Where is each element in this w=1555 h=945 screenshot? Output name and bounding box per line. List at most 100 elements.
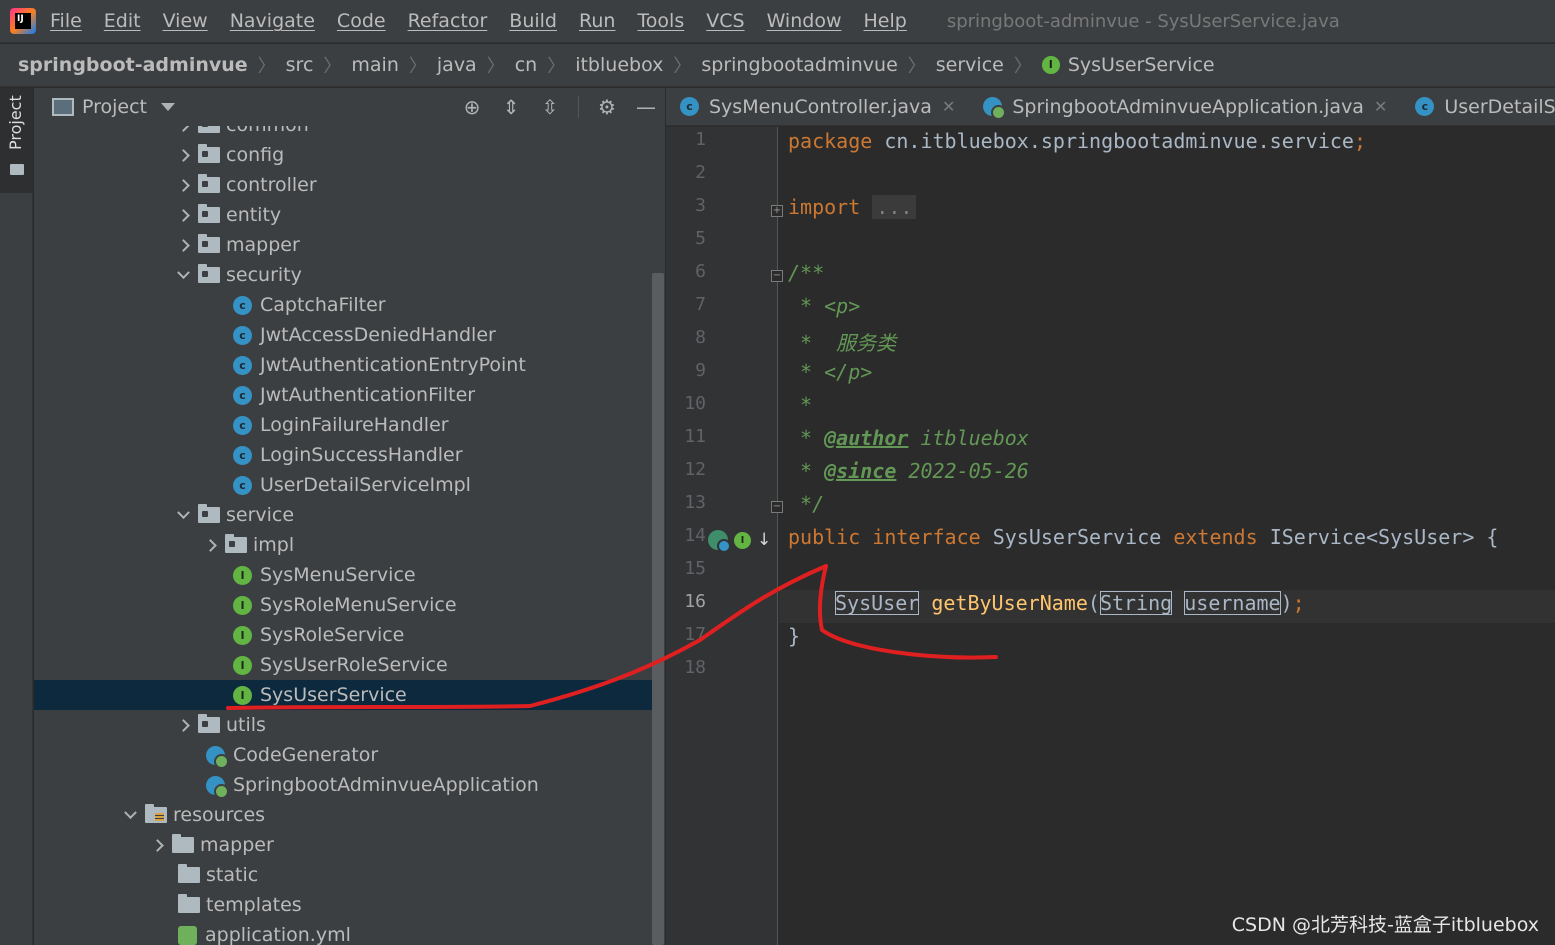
tab-springbootadminvueapplication[interactable]: SpringbootAdminvueApplication.java ✕ [969,88,1401,125]
breadcrumb-item-sysuserservice[interactable]: SysUserService [1068,54,1215,76]
tab-userdetailserviceimpl[interactable]: c UserDetailServiceImpl [1401,88,1555,125]
chevron-right-icon[interactable] [150,838,164,852]
code-line-9: * </p> [788,360,873,384]
class-icon: c [1415,97,1435,116]
tree-item-utils[interactable]: utils [34,710,652,740]
chevron-down-icon[interactable] [176,268,190,282]
tree-item-mapper[interactable]: mapper [34,230,652,260]
param-name: username [1184,591,1281,615]
tree-item-codegenerator[interactable]: CodeGenerator [34,740,652,770]
tree-item-entity[interactable]: entity [34,200,652,230]
tree-item-application-yml[interactable]: application.yml [34,920,652,945]
chevron-down-icon[interactable] [161,103,176,111]
keyword-extends: extends [1173,525,1258,549]
tree-item-static[interactable]: static [34,860,652,890]
chevron-right-icon[interactable] [176,238,190,252]
menu-run[interactable]: Run [579,10,615,32]
line-number: 6 [695,261,706,282]
tree-item-jwtauthenticationfilter[interactable]: c JwtAuthenticationFilter [34,380,652,410]
breadcrumb-item-itbluebox[interactable]: itbluebox [575,54,663,76]
yaml-file-icon [178,925,197,945]
fold-collapse-icon[interactable]: − [771,270,783,282]
tree-item-sysuserroleservice[interactable]: I SysUserRoleService [34,650,652,680]
chevron-right-icon[interactable] [176,208,190,222]
tree-item-label: JwtAccessDeniedHandler [260,324,496,346]
class-icon: c [233,295,252,315]
tree-item-userdetailserviceimpl[interactable]: c UserDetailServiceImpl [34,470,652,500]
tab-label: SpringbootAdminvueApplication.java [1012,95,1364,118]
extends-type: IService<SysUser> { [1269,525,1499,549]
package-folder-icon [198,174,220,193]
chevron-down-icon[interactable] [123,808,137,822]
close-icon[interactable]: ✕ [942,97,955,116]
menu-view[interactable]: View [163,10,208,32]
close-icon[interactable]: ✕ [1374,97,1387,116]
folded-imports[interactable]: ... [872,195,917,219]
line-number: 12 [684,459,706,480]
tree-item-impl[interactable]: impl [34,530,652,560]
menu-vcs[interactable]: VCS [706,10,744,32]
tree-item-resources[interactable]: resources [34,800,652,830]
implemented-interface-icon[interactable]: I [734,531,751,549]
tree-item-service[interactable]: service [34,500,652,530]
tab-sysmenucontroller[interactable]: c SysMenuController.java ✕ [666,88,969,125]
minimize-icon[interactable]: — [635,96,657,118]
breadcrumb-item-springbootadminvue[interactable]: springbootadminvue [701,54,897,76]
menu-code[interactable]: Code [337,10,386,32]
tree-item-sysuserservice[interactable]: I SysUserService [34,680,652,710]
breadcrumb-item-cn[interactable]: cn [515,54,538,76]
breadcrumb-item-service[interactable]: service [936,54,1004,76]
tree-item-label: utils [226,714,266,736]
menu-tools[interactable]: Tools [637,10,684,32]
tree-item-label: CodeGenerator [233,744,379,766]
tree-item-config[interactable]: config [34,140,652,170]
chevron-right-icon[interactable] [176,178,190,192]
breadcrumb-item-src[interactable]: src [286,54,314,76]
tree-item-sysmenuservice[interactable]: I SysMenuService [34,560,652,590]
tree-item-springbootadminvueapplication[interactable]: SpringbootAdminvueApplication [34,770,652,800]
menu-bar: IJ File Edit View Navigate Code Refactor… [0,0,1555,43]
spring-bean-icon[interactable] [708,530,731,553]
menu-help[interactable]: Help [863,10,906,32]
chevron-right-icon[interactable] [176,148,190,162]
breadcrumb-item-main[interactable]: main [351,54,398,76]
tree-item-label: SysMenuService [260,564,416,586]
fold-end-icon[interactable]: − [771,501,783,513]
gear-icon[interactable]: ⚙ [596,96,618,118]
project-scrollbar[interactable] [652,273,664,945]
menu-navigate[interactable]: Navigate [230,10,315,32]
menu-refactor[interactable]: Refactor [408,10,488,32]
menu-build[interactable]: Build [509,10,557,32]
tree-item-label: SpringbootAdminvueApplication [233,774,539,796]
tree-item-jwtauthenticationentrypoint[interactable]: c JwtAuthenticationEntryPoint [34,350,652,380]
breadcrumb-item-java[interactable]: java [437,54,477,76]
breadcrumb-item-project[interactable]: springboot-adminvue [18,54,248,76]
tree-item-loginsuccesshandler[interactable]: c LoginSuccessHandler [34,440,652,470]
tree-item-controller[interactable]: controller [34,170,652,200]
line-number: 14 [684,525,706,546]
tree-item-resources-mapper[interactable]: mapper [34,830,652,860]
tree-item-captchafilter[interactable]: c CaptchaFilter [34,290,652,320]
chevron-right-icon[interactable] [176,718,190,732]
tree-item-security[interactable]: security [34,260,652,290]
expand-all-icon[interactable]: ⇕ [500,96,522,118]
chevron-down-icon[interactable] [176,508,190,522]
left-tool-stripe: Project [0,88,33,945]
breadcrumb-separator-icon: 〉 [408,56,427,77]
fold-expand-icon[interactable]: + [771,205,783,217]
tree-item-jwtaccessdeniedhandler[interactable]: c JwtAccessDeniedHandler [34,320,652,350]
chevron-right-icon[interactable] [203,538,217,552]
menu-window[interactable]: Window [767,10,842,32]
line-number: 15 [684,558,706,579]
project-panel-title[interactable]: Project [82,96,147,118]
tree-item-sysroleservice[interactable]: I SysRoleService [34,620,652,650]
down-arrow-icon[interactable]: ↓ [757,530,771,550]
project-tool-window-button[interactable]: Project [0,88,33,193]
locate-crosshair-icon[interactable]: ⊕ [461,96,483,118]
menu-file[interactable]: File [50,10,82,32]
tree-item-templates[interactable]: templates [34,890,652,920]
menu-edit[interactable]: Edit [104,10,141,32]
collapse-all-icon[interactable]: ⇳ [539,96,561,118]
tree-item-sysrolemenuservice[interactable]: I SysRoleMenuService [34,590,652,620]
tree-item-loginfailurehandler[interactable]: c LoginFailureHandler [34,410,652,440]
